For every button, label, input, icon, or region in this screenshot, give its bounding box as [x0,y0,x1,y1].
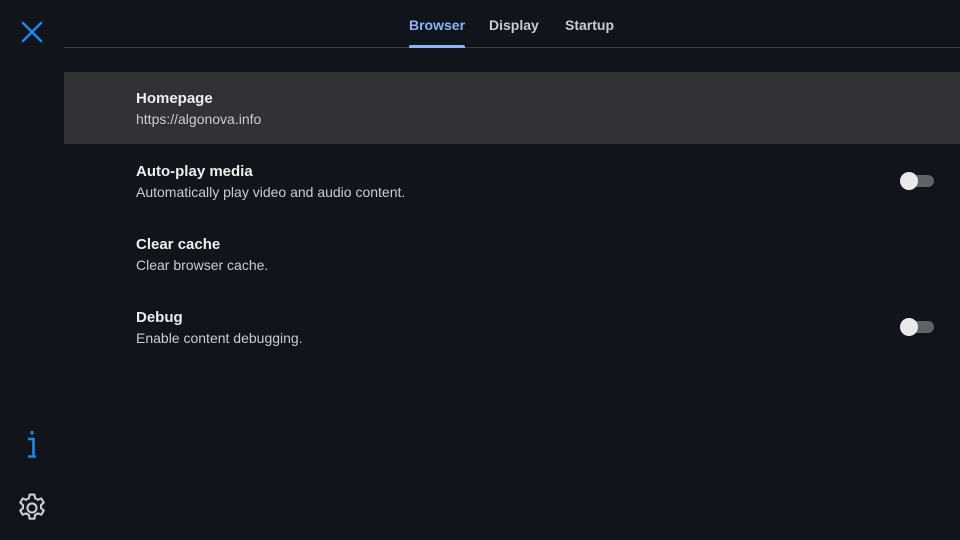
setting-auto-play-media[interactable]: Auto-play media Automatically play video… [64,145,960,217]
setting-subtitle: Automatically play video and audio conte… [136,184,406,200]
setting-title: Debug [136,309,183,326]
tab-browser[interactable]: Browser [409,0,466,48]
tab-browser-label: Browser [409,17,466,33]
setting-subtitle: https://algonova.info [136,111,262,127]
tab-startup-label: Startup [565,17,614,33]
setting-title: Auto-play media [136,163,253,180]
toggle-thumb [900,172,918,190]
settings-screen: Browser Display Startup Homepage https:/… [0,0,960,540]
setting-debug[interactable]: Debug Enable content debugging. [64,291,960,363]
setting-title: Homepage [136,90,213,107]
left-rail [0,0,64,540]
tab-display-label: Display [489,17,539,33]
tab-startup[interactable]: Startup [565,0,614,48]
setting-homepage[interactable]: Homepage https://algonova.info [64,72,960,144]
gear-icon [19,493,45,520]
setting-homepage-text: Homepage https://algonova.info [136,89,261,129]
setting-subtitle: Enable content debugging. [136,330,303,346]
setting-clear-cache[interactable]: Clear cache Clear browser cache. [64,218,960,290]
setting-debug-text: Debug Enable content debugging. [136,308,303,348]
setting-clear-cache-text: Clear cache Clear browser cache. [136,235,268,275]
toggle-thumb [900,318,918,336]
close-button[interactable] [12,12,52,52]
settings-button[interactable] [12,488,52,528]
info-icon [28,431,36,458]
setting-title: Clear cache [136,236,221,253]
tab-display[interactable]: Display [489,0,539,48]
auto-play-toggle[interactable] [900,172,934,190]
info-button[interactable] [12,425,52,465]
tab-bar: Browser Display Startup [64,0,960,48]
setting-subtitle: Clear browser cache. [136,257,269,273]
debug-toggle[interactable] [900,318,934,336]
close-icon [21,21,43,43]
active-tab-indicator [409,45,466,48]
settings-list: Homepage https://algonova.info Auto-play… [64,72,960,364]
setting-auto-play-text: Auto-play media Automatically play video… [136,162,405,202]
